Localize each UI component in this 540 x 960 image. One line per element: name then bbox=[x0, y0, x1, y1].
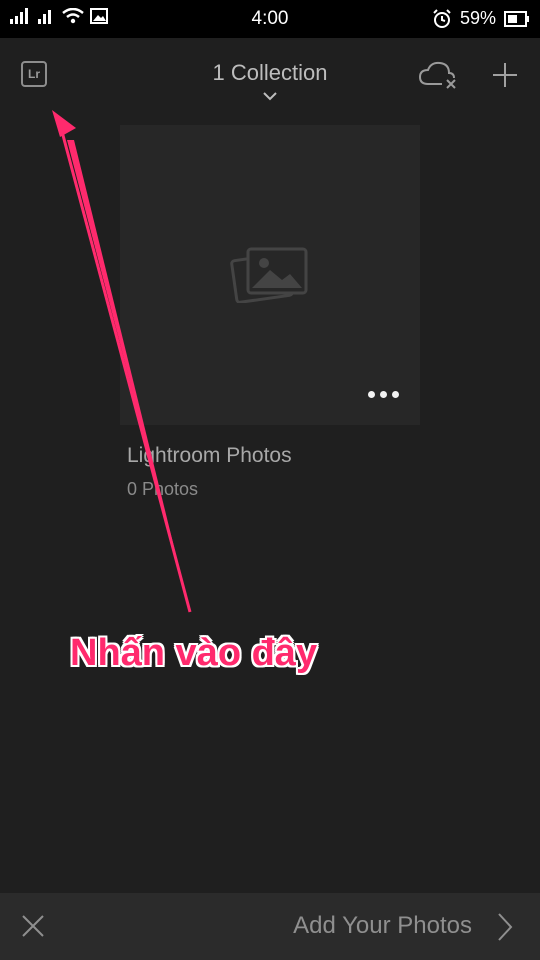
dot-icon bbox=[392, 391, 399, 398]
page-title: 1 Collection bbox=[212, 60, 328, 85]
dot-icon bbox=[380, 391, 387, 398]
collection-selector[interactable]: 1 Collection bbox=[170, 60, 370, 86]
bottom-bar: Add Your Photos bbox=[0, 893, 540, 960]
lightroom-logo-button[interactable]: Lr bbox=[21, 61, 47, 87]
plus-icon[interactable] bbox=[492, 62, 518, 88]
close-icon[interactable] bbox=[22, 915, 44, 937]
collection-title[interactable]: Lightroom Photos bbox=[127, 444, 292, 468]
photo-placeholder-icon bbox=[230, 247, 308, 303]
collection-count: 0 Photos bbox=[127, 479, 199, 499]
more-options-button[interactable] bbox=[368, 391, 399, 398]
cloud-off-icon[interactable] bbox=[418, 60, 460, 90]
chevron-down-icon[interactable] bbox=[262, 91, 278, 101]
collection-card[interactable] bbox=[120, 125, 420, 425]
battery-percent: 59% bbox=[459, 8, 496, 28]
alarm-icon bbox=[433, 8, 451, 28]
add-your-photos-button[interactable]: Add Your Photos bbox=[293, 912, 472, 940]
chevron-right-icon[interactable] bbox=[497, 912, 513, 942]
dot-icon bbox=[368, 391, 375, 398]
annotation-text: Nhấn vào đây bbox=[70, 632, 318, 674]
battery-icon bbox=[504, 10, 529, 27]
status-right: 59% bbox=[432, 8, 530, 29]
app-header: Lr 1 Collection bbox=[0, 38, 540, 108]
status-bar: 4:00 59% bbox=[0, 0, 540, 38]
